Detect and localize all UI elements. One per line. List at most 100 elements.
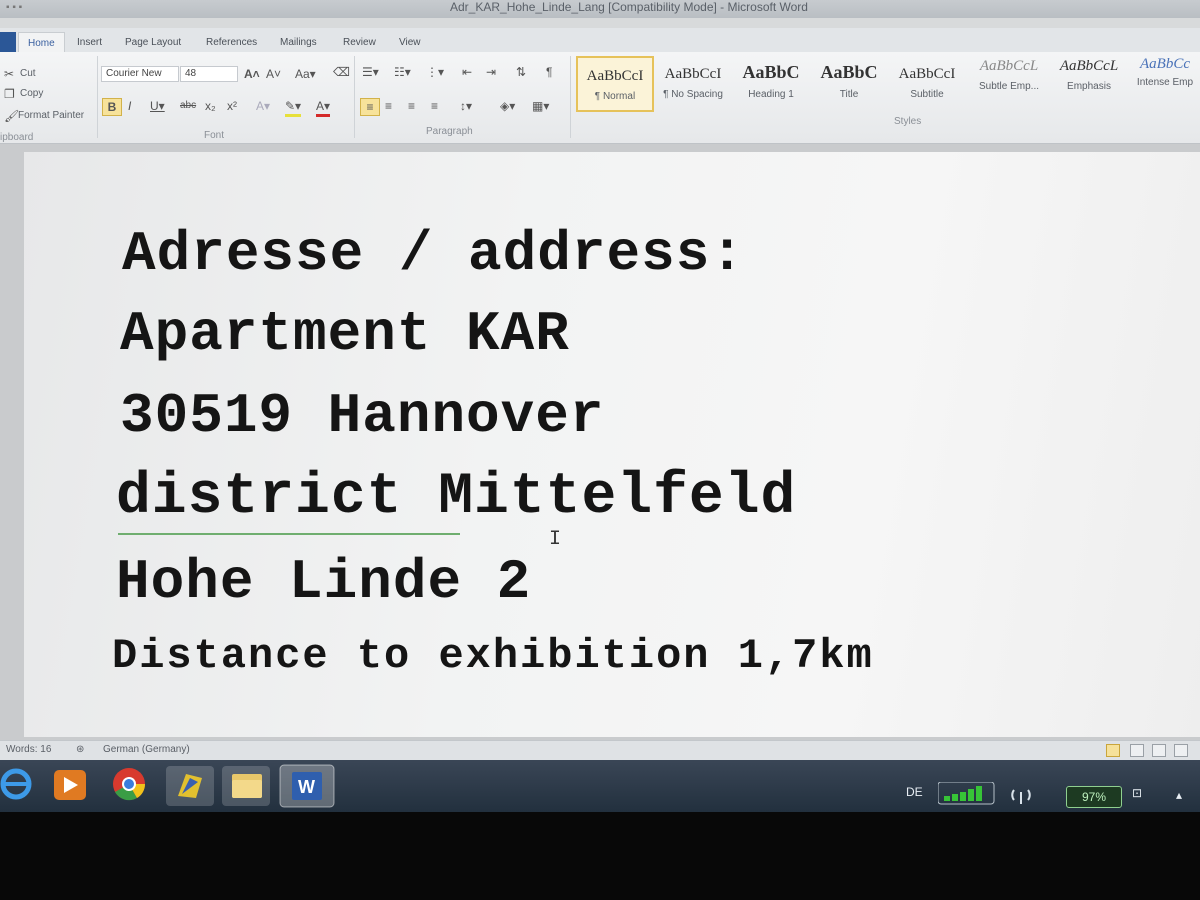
tab-view[interactable]: View	[399, 37, 421, 48]
justify-icon[interactable]: ≡	[431, 98, 438, 114]
format-painter-button[interactable]: Format Painter	[18, 110, 84, 121]
input-language[interactable]: DE	[906, 785, 923, 799]
copy-icon[interactable]: ❐	[4, 86, 15, 102]
style-name: Intense Emp	[1136, 77, 1194, 88]
wireless-icon[interactable]	[1010, 784, 1032, 806]
align-center-icon[interactable]: ≡	[385, 98, 392, 114]
monitor-screen: ▪ ▪ ▪ Adr_KAR_Hohe_Linde_Lang [Compatibi…	[0, 0, 1200, 812]
document-line[interactable]: Hohe Linde 2	[116, 550, 531, 614]
file-tab[interactable]	[0, 32, 16, 54]
style-subtitle[interactable]: AaBbCcI Subtitle	[888, 56, 966, 112]
chrome-icon[interactable]	[113, 768, 146, 801]
battery-indicator[interactable]: 97%	[1066, 786, 1122, 808]
italic-icon[interactable]: I	[128, 98, 131, 114]
pilcrow-icon[interactable]: ¶	[546, 64, 552, 80]
align-left-icon[interactable]: ≡	[360, 98, 380, 116]
power-plug-icon[interactable]: ⊡	[1132, 786, 1142, 800]
outline-view-icon[interactable]	[1174, 744, 1188, 757]
style-sample: AaBbCcI	[898, 66, 956, 82]
window-title: Adr_KAR_Hohe_Linde_Lang [Compatibility M…	[450, 0, 808, 14]
tab-insert[interactable]: Insert	[77, 37, 102, 48]
styles-group-label: Styles	[894, 116, 922, 127]
word-icon[interactable]: W	[279, 764, 335, 808]
bold-icon[interactable]: B	[102, 98, 122, 116]
internet-explorer-icon[interactable]	[0, 768, 32, 800]
media-player-icon[interactable]	[54, 770, 86, 800]
document-line[interactable]: Adresse / address:	[122, 222, 745, 286]
decrease-indent-icon[interactable]: ⇤	[462, 64, 472, 80]
style-heading-1[interactable]: AaBbC Heading 1	[732, 56, 810, 112]
font-name-select[interactable]: Courier New	[101, 66, 179, 82]
style-sample: AaBbCc	[1140, 56, 1190, 72]
language-status[interactable]: German (Germany)	[103, 744, 190, 755]
tab-references[interactable]: References	[206, 37, 257, 48]
ribbon: ✂ Cut ❐ Copy 🖌 Format Painter ipboard Co…	[0, 52, 1200, 144]
cut-button[interactable]: Cut	[20, 68, 36, 79]
multilevel-list-icon[interactable]: ⋮▾	[426, 64, 444, 80]
cut-icon[interactable]: ✂	[4, 66, 14, 82]
app-icon[interactable]	[166, 766, 214, 806]
change-case-icon[interactable]: Aa▾	[295, 66, 316, 82]
shrink-font-icon[interactable]: A˅	[266, 66, 281, 82]
style-intense-emphasis[interactable]: AaBbCc Intense Emp	[1130, 56, 1200, 112]
highlight-icon[interactable]: ✎▾	[285, 98, 302, 117]
style-sample: AaBbCcL	[979, 58, 1039, 74]
quick-access-toolbar[interactable]: ▪ ▪ ▪	[6, 2, 66, 14]
copy-button[interactable]: Copy	[20, 88, 43, 99]
full-screen-view-icon[interactable]	[1130, 744, 1144, 757]
document-line[interactable]: Apartment KAR	[120, 302, 570, 366]
style-title[interactable]: AaBbC Title	[810, 56, 888, 112]
style-subtle-emphasis[interactable]: AaBbCcL Subtle Emp...	[970, 56, 1048, 112]
tab-page-layout[interactable]: Page Layout	[125, 37, 181, 48]
word-count[interactable]: Words: 16	[6, 744, 51, 755]
font-size-select[interactable]: 48	[180, 66, 238, 82]
font-group-label: Font	[204, 130, 225, 141]
style-normal[interactable]: AaBbCcI ¶ Normal	[576, 56, 654, 112]
spellcheck-underline	[118, 533, 460, 535]
show-hidden-icons[interactable]: ▴	[1176, 788, 1182, 802]
ribbon-tabs: Home Insert Page Layout References Maili…	[0, 28, 1200, 54]
line-spacing-icon[interactable]: ↕▾	[460, 98, 472, 114]
format-painter-icon[interactable]: 🖌	[4, 108, 19, 124]
taskbar-icons: W	[0, 764, 335, 808]
style-emphasis[interactable]: AaBbCcL Emphasis	[1050, 56, 1128, 112]
style-no-spacing[interactable]: AaBbCcI ¶ No Spacing	[654, 56, 732, 112]
group-divider	[570, 56, 571, 138]
tab-mailings[interactable]: Mailings	[280, 37, 317, 48]
web-layout-view-icon[interactable]	[1152, 744, 1166, 757]
proofing-icon[interactable]: ⊛	[76, 744, 84, 755]
clear-formatting-icon[interactable]: ⌫	[333, 64, 350, 80]
increase-indent-icon[interactable]: ⇥	[486, 64, 496, 80]
subscript-icon[interactable]: x₂	[205, 98, 216, 114]
file-explorer-icon[interactable]	[222, 766, 270, 806]
align-right-icon[interactable]: ≡	[408, 98, 415, 114]
numbering-icon[interactable]: ☷▾	[394, 64, 411, 80]
style-sample: AaBbCcI	[664, 66, 722, 82]
borders-icon[interactable]: ▦▾	[532, 98, 549, 114]
style-sample: AaBbCcL	[1059, 58, 1119, 74]
style-name: Subtle Emp...	[978, 81, 1040, 92]
svg-text:W: W	[298, 777, 315, 797]
signal-strength-icon[interactable]	[938, 782, 996, 806]
group-divider	[97, 56, 98, 138]
style-name: Subtitle	[910, 89, 944, 100]
text-effects-icon[interactable]: A▾	[256, 98, 270, 114]
document-line[interactable]: Distance to exhibition 1,7km	[112, 632, 874, 680]
title-bar: ▪ ▪ ▪ Adr_KAR_Hohe_Linde_Lang [Compatibi…	[0, 0, 1200, 18]
document-line[interactable]: 30519 Hannover	[120, 384, 604, 448]
tab-review[interactable]: Review	[343, 37, 376, 48]
document-line[interactable]: district Mittelfeld	[116, 465, 796, 530]
tab-home[interactable]: Home	[18, 32, 65, 54]
shading-icon[interactable]: ◈▾	[500, 98, 515, 114]
style-name: Title	[839, 89, 859, 100]
superscript-icon[interactable]: x²	[227, 98, 237, 114]
print-layout-view-icon[interactable]	[1106, 744, 1120, 757]
sort-icon[interactable]: ⇅	[516, 64, 526, 80]
group-divider	[354, 56, 355, 138]
strikethrough-icon[interactable]: abc	[180, 98, 196, 114]
style-sample: AaBbCcI	[586, 68, 644, 84]
grow-font-icon[interactable]: A˄	[244, 66, 260, 82]
underline-icon[interactable]: U▾	[150, 98, 165, 114]
font-color-icon[interactable]: A▾	[316, 98, 331, 117]
bullets-icon[interactable]: ☰▾	[362, 64, 379, 80]
